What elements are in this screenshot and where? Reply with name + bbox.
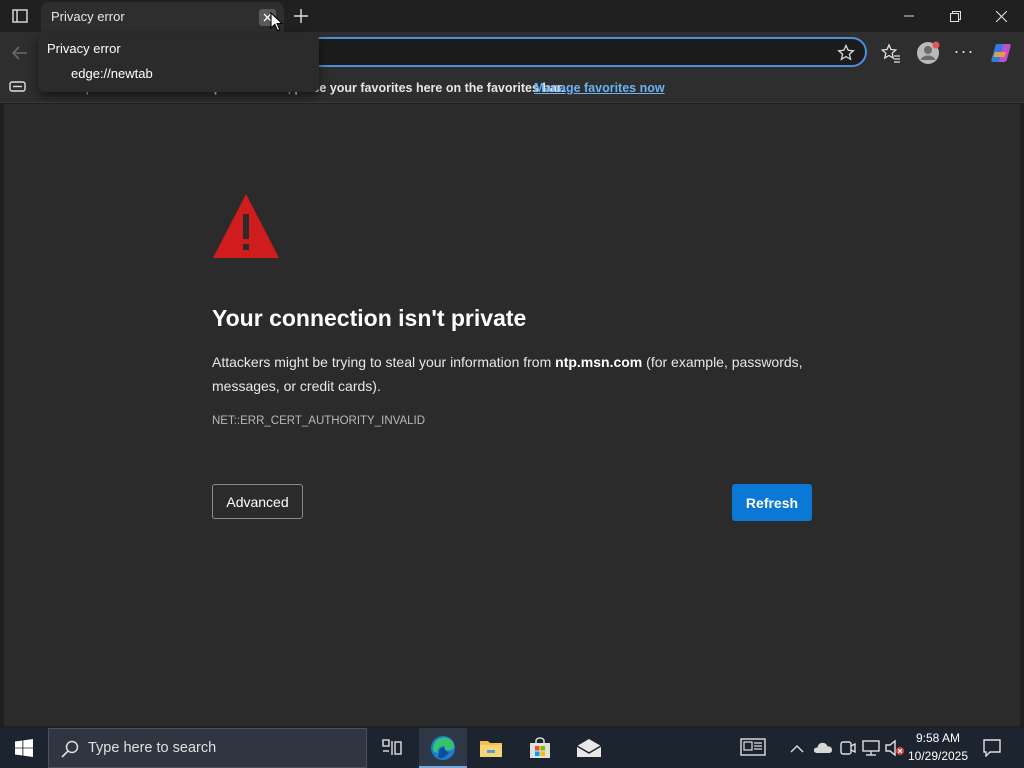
volume-muted-icon[interactable] [885, 739, 905, 762]
notification-icon [983, 739, 1001, 757]
restore-icon [949, 10, 961, 22]
search-placeholder: Type here to search [88, 740, 217, 756]
tab-actions-icon[interactable] [8, 6, 32, 26]
taskbar-search-box[interactable]: Type here to search [48, 728, 367, 768]
back-arrow-icon [12, 46, 27, 60]
tab-privacy-error[interactable]: Privacy error [41, 2, 284, 32]
chevron-up-icon[interactable] [790, 741, 804, 759]
minimize-button[interactable] [886, 0, 932, 32]
error-code: NET::ERR_CERT_AUTHORITY_INVALID [212, 415, 426, 427]
minimize-icon [904, 15, 914, 17]
taskbar-file-explorer[interactable] [467, 728, 515, 768]
clock-date[interactable]: 10/29/2025 [905, 749, 971, 763]
onedrive-icon[interactable] [813, 740, 833, 759]
notification-center-button[interactable] [977, 728, 1007, 768]
manage-favorites-link[interactable]: Manage favorites now [534, 81, 665, 95]
hover-card-url: edge://newtab [71, 66, 153, 81]
network-icon[interactable] [862, 739, 880, 762]
plus-icon [294, 9, 308, 23]
mail-icon [576, 739, 602, 757]
windows-logo-icon [15, 739, 33, 757]
favorites-icon [880, 43, 900, 63]
star-icon [837, 43, 855, 61]
cursor-icon [270, 11, 284, 37]
taskbar: Type here to search 9:58 AM 10/29/2025 [0, 728, 1024, 768]
refresh-button[interactable]: Refresh [732, 484, 812, 521]
advanced-button[interactable]: Advanced [212, 484, 303, 519]
description-prefix: Attackers might be trying to steal your … [212, 354, 556, 370]
error-description: Attackers might be trying to steal your … [212, 350, 812, 398]
taskbar-mail[interactable] [565, 728, 613, 768]
more-icon[interactable]: ··· [953, 42, 975, 64]
favorites-button[interactable] [880, 43, 901, 68]
hover-card-title: Privacy error [47, 41, 121, 56]
store-icon [530, 737, 550, 758]
tab-title: Privacy error [51, 9, 125, 24]
page-content: Your connection isn't private Attackers … [4, 104, 1020, 726]
profile-button[interactable] [916, 41, 940, 65]
start-button[interactable] [0, 728, 48, 768]
search-icon [61, 740, 79, 758]
copilot-icon [991, 44, 1011, 62]
clock-time[interactable]: 9:58 AM [905, 731, 971, 745]
news-icon[interactable] [740, 736, 766, 763]
copilot-button[interactable] [989, 41, 1013, 65]
tab-hover-card: Privacy error edge://newtab [38, 34, 319, 92]
add-favorite-button[interactable] [837, 43, 855, 67]
new-tab-button[interactable] [290, 6, 312, 26]
restore-button[interactable] [932, 0, 978, 32]
task-view-icon [382, 739, 402, 755]
taskbar-store[interactable] [516, 728, 564, 768]
meet-now-icon[interactable] [840, 739, 856, 762]
back-button[interactable] [8, 42, 32, 64]
task-view-button[interactable] [368, 728, 416, 768]
warning-icon [212, 192, 280, 260]
error-heading: Your connection isn't private [212, 305, 527, 331]
file-explorer-icon [480, 741, 502, 757]
description-host: ntp.msn.com [555, 354, 643, 370]
close-window-button[interactable] [978, 0, 1024, 32]
title-bar: Privacy error [0, 0, 1024, 32]
profile-icon [917, 41, 940, 64]
taskbar-edge[interactable] [419, 728, 467, 768]
edge-icon [431, 736, 455, 760]
favorites-bar-icon[interactable] [9, 80, 26, 99]
close-icon [995, 10, 1007, 22]
